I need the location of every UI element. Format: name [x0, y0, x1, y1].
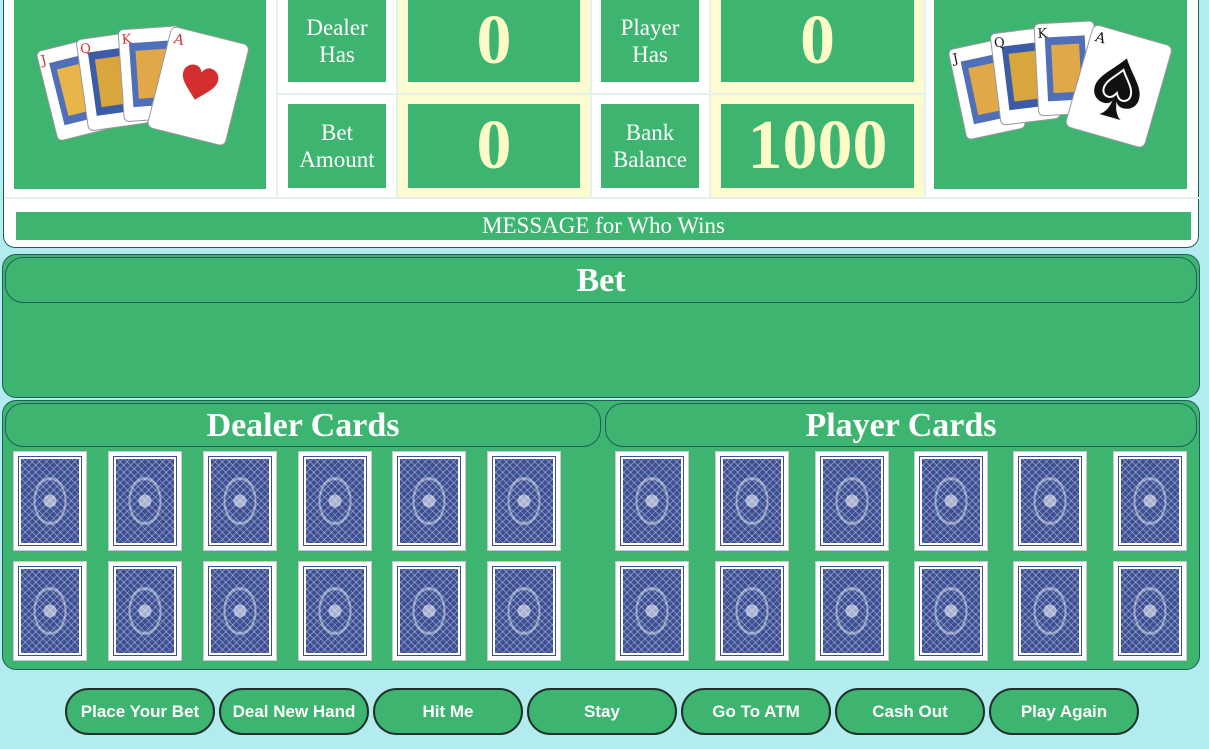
player-has-label: Player Has — [601, 0, 699, 82]
bet-amount-label: Bet Amount — [288, 104, 386, 188]
go-to-atm-button[interactable]: Go To ATM — [681, 688, 831, 735]
dealer-card-slot — [392, 451, 466, 551]
card-back-icon — [208, 456, 272, 546]
card-back-icon — [303, 456, 367, 546]
deal-new-hand-button[interactable]: Deal New Hand — [219, 688, 369, 735]
card-back-icon — [820, 566, 884, 656]
card-back-icon — [720, 566, 784, 656]
place-bet-button[interactable]: Place Your Bet — [65, 688, 215, 735]
card-back-icon — [919, 566, 983, 656]
spade-suit-icon: J Q K A — [948, 20, 1172, 148]
player-card-slot — [914, 451, 988, 551]
dealer-card-slot — [13, 451, 87, 551]
dealer-card-slot — [203, 451, 277, 551]
player-card-slot — [815, 451, 889, 551]
player-card-slot — [1113, 561, 1187, 661]
card-back-icon — [397, 456, 461, 546]
player-card-slot — [715, 561, 789, 661]
card-back-icon — [397, 566, 461, 656]
player-card-slot — [914, 561, 988, 661]
card-back-icon — [208, 566, 272, 656]
dealer-card-slot — [392, 561, 466, 661]
hit-me-button[interactable]: Hit Me — [373, 688, 523, 735]
divider — [4, 197, 1200, 199]
card-back-icon — [18, 456, 82, 546]
player-card-slot — [1013, 451, 1087, 551]
card-back-icon — [1018, 456, 1082, 546]
dealer-has-label: Dealer Has — [288, 0, 386, 82]
svg-text:Q: Q — [993, 35, 1005, 51]
card-back-icon — [620, 456, 684, 546]
bet-amount-frame: 0 — [398, 95, 590, 197]
spades-hand-image: J Q K A — [934, 0, 1187, 189]
card-back-icon — [303, 566, 367, 656]
dealer-card-slot — [108, 451, 182, 551]
player-card-slot — [615, 561, 689, 661]
dealer-card-slot — [298, 561, 372, 661]
dealer-card-slot — [487, 561, 561, 661]
svg-text:Q: Q — [79, 41, 92, 57]
card-back-icon — [18, 566, 82, 656]
player-card-slot — [1013, 561, 1087, 661]
dealer-cards-title: Dealer Cards — [5, 403, 601, 447]
bet-section: Bet — [2, 254, 1200, 398]
svg-text:K: K — [121, 32, 132, 48]
dealer-card-slot — [108, 561, 182, 661]
player-card-slot — [715, 451, 789, 551]
dealer-card-slot — [487, 451, 561, 551]
player-cards-title: Player Cards — [605, 403, 1197, 447]
card-back-icon — [1018, 566, 1082, 656]
card-back-icon — [492, 456, 556, 546]
player-card-slot — [1113, 451, 1187, 551]
hearts-hand-image: J Q K A — [14, 0, 266, 189]
dealer-card-slot — [298, 451, 372, 551]
cards-section: Dealer Cards Player Cards — [2, 400, 1200, 670]
bank-balance-frame: 1000 — [711, 95, 924, 197]
bank-balance-value: 1000 — [721, 104, 914, 188]
card-back-icon — [620, 566, 684, 656]
winner-message: MESSAGE for Who Wins — [16, 212, 1191, 240]
card-back-icon — [1118, 456, 1182, 546]
scoreboard-panel: J Q K A Dealer Has 0 Player Has 0 Bet Am… — [3, 0, 1200, 248]
divider — [590, 0, 592, 198]
card-back-icon — [720, 456, 784, 546]
cash-out-button[interactable]: Cash Out — [835, 688, 985, 735]
player-card-slot — [815, 561, 889, 661]
player-card-slot — [615, 451, 689, 551]
card-back-icon — [492, 566, 556, 656]
divider — [276, 0, 278, 198]
play-again-button[interactable]: Play Again — [989, 688, 1139, 735]
card-back-icon — [113, 566, 177, 656]
svg-text:K: K — [1037, 26, 1048, 42]
dealer-card-slot — [203, 561, 277, 661]
card-back-icon — [113, 456, 177, 546]
player-has-frame: 0 — [711, 0, 924, 93]
dealer-has-value: 0 — [408, 0, 580, 82]
bank-balance-label: Bank Balance — [601, 104, 699, 188]
player-has-value: 0 — [721, 0, 914, 82]
bet-amount-value: 0 — [408, 104, 580, 188]
card-back-icon — [1118, 566, 1182, 656]
dealer-has-frame: 0 — [398, 0, 590, 93]
dealer-card-slot — [13, 561, 87, 661]
bet-section-title: Bet — [5, 257, 1197, 303]
card-back-icon — [919, 456, 983, 546]
card-back-icon — [820, 456, 884, 546]
heart-suit-icon: J Q K A — [36, 25, 249, 146]
stay-button[interactable]: Stay — [527, 688, 677, 735]
divider — [924, 0, 926, 198]
